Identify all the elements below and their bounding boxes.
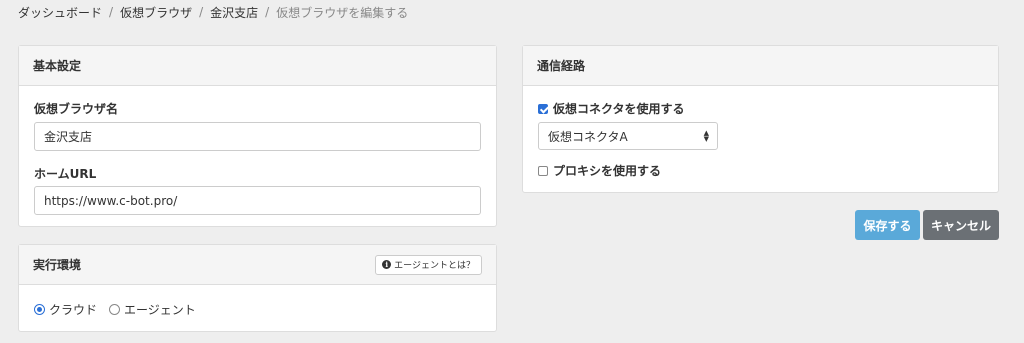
- route-panel: 通信経路 仮想コネクタを使用する 仮想コネクタA ▲ ▼ プロキシを使用する: [522, 45, 999, 193]
- breadcrumb: ダッシュボード / 仮想ブラウザ / 金沢支店 / 仮想ブラウザを編集する: [18, 4, 408, 20]
- use-proxy-row: プロキシを使用する: [538, 162, 661, 179]
- breadcrumb-separator: /: [109, 5, 114, 19]
- breadcrumb-dashboard[interactable]: ダッシュボード: [18, 4, 102, 21]
- breadcrumb-kanazawa-branch[interactable]: 金沢支店: [210, 4, 258, 21]
- radio-cloud-label[interactable]: クラウド: [49, 301, 97, 318]
- save-button[interactable]: 保存する: [855, 210, 920, 240]
- use-connector-label[interactable]: 仮想コネクタを使用する: [553, 100, 685, 117]
- agent-help-button[interactable]: i エージェントとは？: [375, 254, 482, 275]
- agent-help-label: エージェントとは？: [394, 261, 475, 271]
- use-connector-row: 仮想コネクタを使用する: [538, 100, 685, 117]
- basic-settings-title: 基本設定: [33, 59, 82, 73]
- breadcrumb-current: 仮想ブラウザを編集する: [276, 5, 409, 20]
- basic-settings-panel: 基本設定 仮想ブラウザ名 ホームURL: [18, 45, 497, 227]
- connector-select[interactable]: 仮想コネクタA ▲ ▼: [538, 122, 718, 150]
- execution-env-heading: 実行環境 i エージェントとは？: [19, 245, 496, 285]
- cancel-button[interactable]: キャンセル: [923, 210, 999, 240]
- execution-env-body: クラウド エージェント: [19, 285, 496, 331]
- basic-settings-heading: 基本設定: [19, 46, 496, 86]
- use-connector-checkbox[interactable]: [538, 103, 548, 114]
- execution-env-panel: 実行環境 i エージェントとは？ クラウド エージェント: [18, 244, 497, 332]
- home-url-input[interactable]: [34, 186, 481, 215]
- select-arrows-icon: ▲ ▼: [703, 129, 709, 143]
- radio-agent[interactable]: [109, 304, 121, 315]
- execution-env-title: 実行環境: [33, 258, 82, 272]
- breadcrumb-separator: /: [199, 5, 204, 19]
- connector-select-value: 仮想コネクタA: [548, 129, 628, 144]
- execution-env-options: クラウド エージェント: [34, 301, 196, 318]
- route-body: 仮想コネクタを使用する 仮想コネクタA ▲ ▼ プロキシを使用する: [523, 86, 998, 192]
- route-heading: 通信経路: [523, 46, 998, 86]
- basic-settings-body: 仮想ブラウザ名 ホームURL: [19, 86, 496, 226]
- home-url-label: ホームURL: [34, 167, 97, 181]
- use-proxy-checkbox[interactable]: [538, 165, 548, 176]
- browser-name-input[interactable]: [34, 122, 481, 151]
- breadcrumb-separator: /: [265, 5, 270, 19]
- radio-agent-label[interactable]: エージェント: [124, 301, 196, 318]
- use-proxy-label[interactable]: プロキシを使用する: [553, 162, 661, 179]
- route-title: 通信経路: [537, 59, 586, 73]
- radio-cloud[interactable]: [34, 304, 45, 315]
- breadcrumb-virtual-browser[interactable]: 仮想ブラウザ: [120, 4, 192, 21]
- browser-name-label: 仮想ブラウザ名: [34, 102, 119, 116]
- info-icon: i: [382, 260, 392, 269]
